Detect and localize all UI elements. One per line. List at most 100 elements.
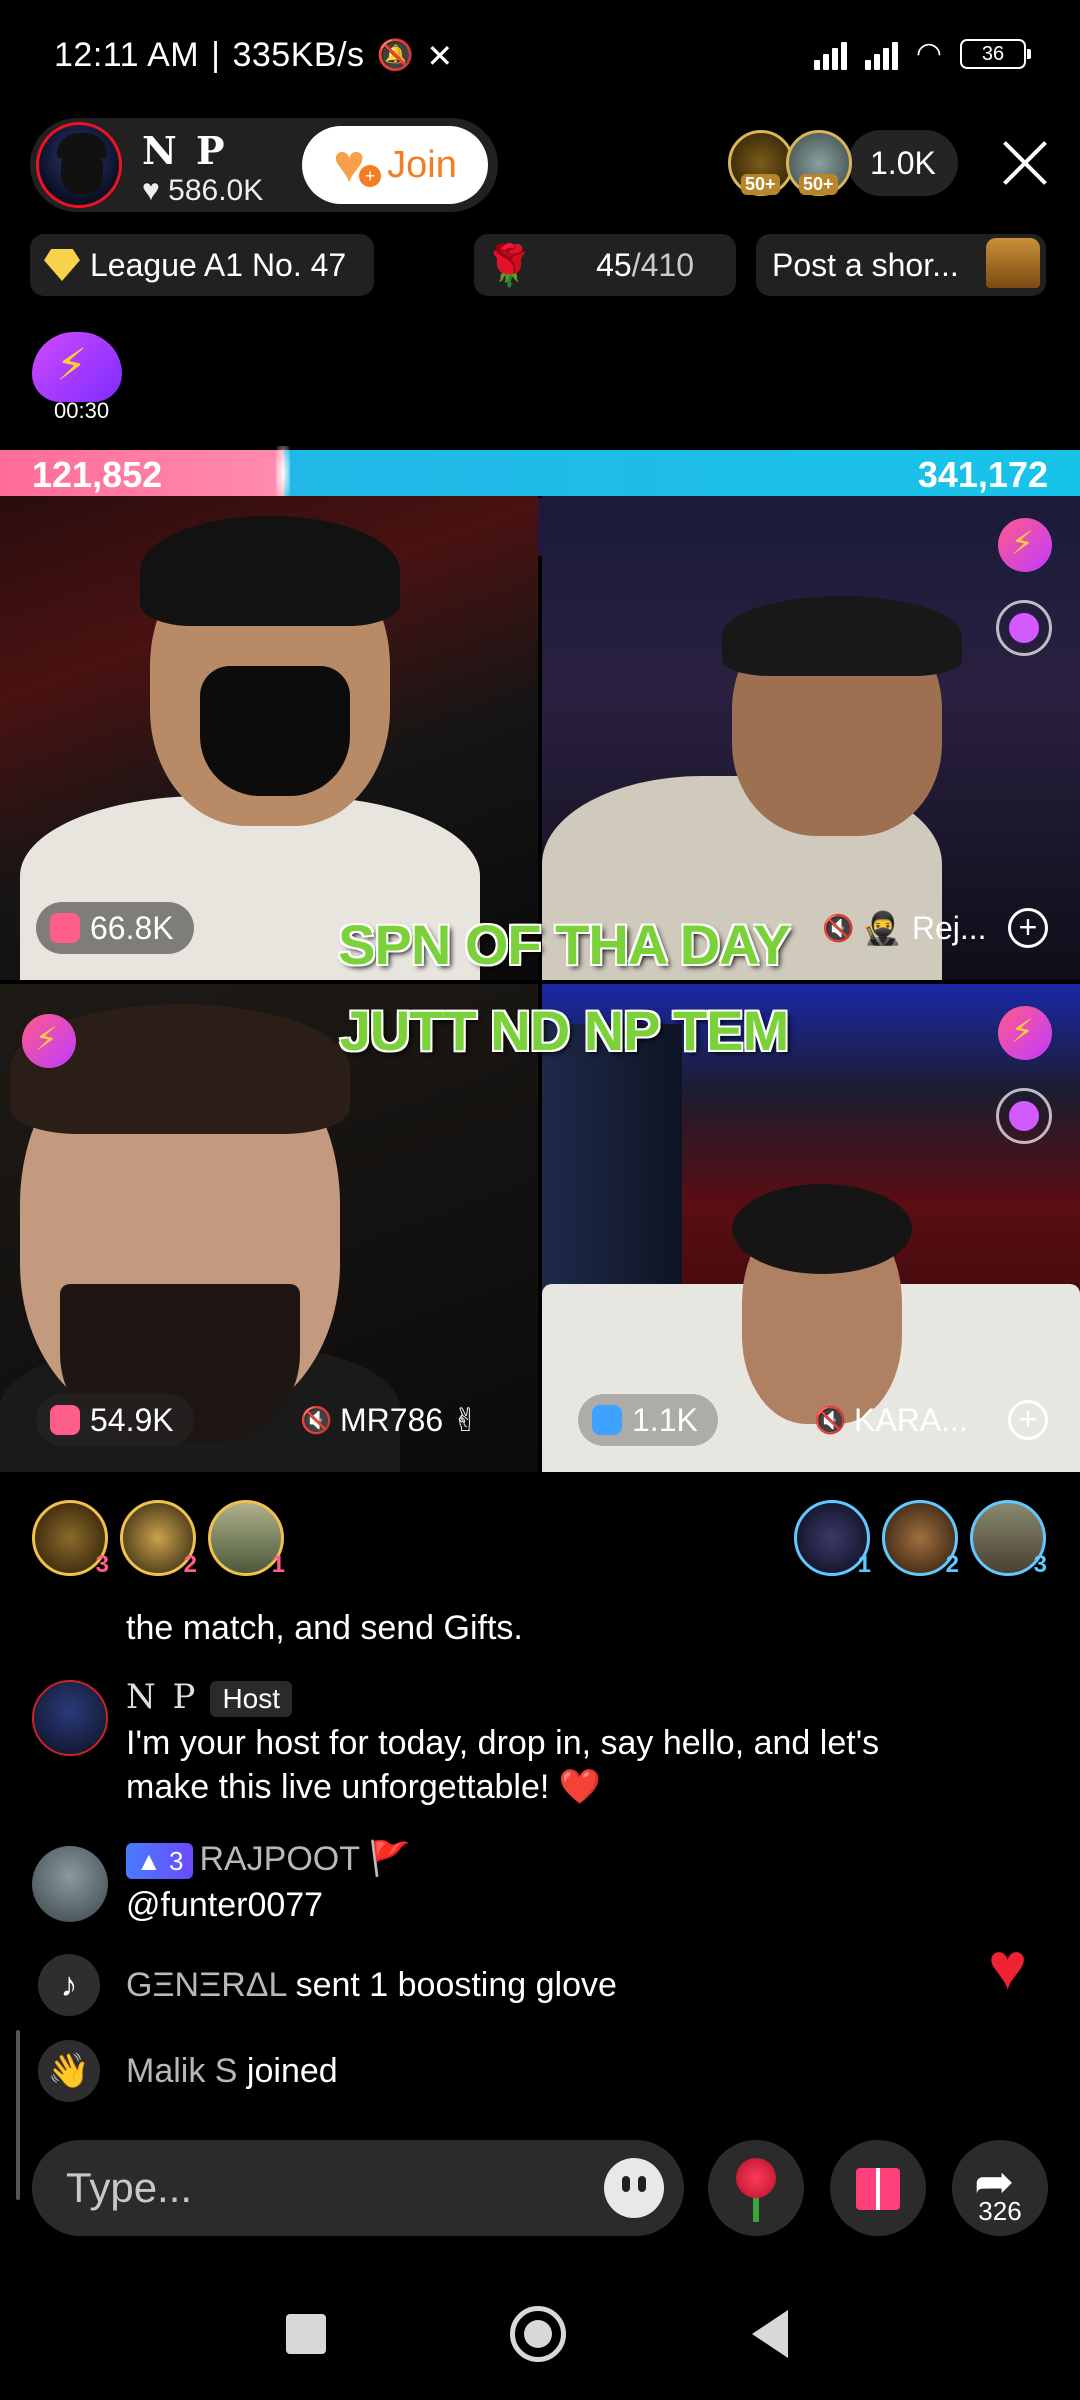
close-icon[interactable]: [1000, 138, 1050, 188]
video-figure: [722, 596, 962, 676]
host-tag: Host: [210, 1681, 293, 1718]
chat-username[interactable]: RAJPOOT 🚩: [199, 1840, 411, 1878]
lightning-icon[interactable]: [998, 518, 1052, 572]
chat-username[interactable]: GΞNΞRΔL: [126, 1966, 286, 2004]
signal-icon: [864, 38, 898, 70]
rose-gift-button[interactable]: [708, 2140, 804, 2236]
supporter-avatar[interactable]: 2: [120, 1500, 197, 1578]
supporter-rank: 2: [945, 1551, 959, 1578]
video-figure: [732, 1184, 912, 1274]
status-separator: |: [211, 36, 221, 74]
timer-icon[interactable]: [996, 600, 1052, 656]
viewer-avatar[interactable]: 50+: [728, 130, 794, 196]
chat-message: I'm your host for today, drop in, say he…: [126, 1724, 880, 1762]
diamond-icon: [44, 249, 80, 281]
chat-username[interactable]: Malik S: [126, 2052, 237, 2090]
status-time: 12:11 AM: [54, 36, 200, 74]
overlay-line-2: JUTT ND NP TEM: [339, 999, 790, 1062]
timer-icon[interactable]: [996, 1088, 1052, 1144]
rank-badge: ▲ 3: [126, 1843, 194, 1880]
join-button[interactable]: + Join: [302, 126, 488, 204]
battle-bar: 121,852 341,172: [0, 446, 1080, 500]
heart-icon: ♥: [988, 1929, 1028, 2003]
signal-icon: [813, 38, 847, 70]
supporter-rank: 2: [183, 1551, 197, 1578]
comment-placeholder: Type...: [66, 2164, 193, 2211]
supporter-rank: 3: [1033, 1551, 1047, 1578]
chat-message: N P Host: [126, 1674, 293, 1720]
supporter-avatar[interactable]: 3: [32, 1500, 109, 1578]
video-tile-2[interactable]: 🔇 🥷 Rej... +: [542, 496, 1080, 980]
overlay-line-1: SPN OF THA DAY: [338, 913, 791, 976]
chat-message: the match, and send Gifts.: [126, 1609, 523, 1647]
wifi-icon: ◠: [915, 37, 942, 70]
rose-total: /410: [631, 246, 694, 283]
post-pill[interactable]: Post a shor...: [756, 234, 1046, 296]
back-icon[interactable]: [752, 2310, 788, 2358]
tiktok-icon: ♪: [38, 1954, 100, 2016]
video-tile-1[interactable]: 66.8K: [0, 496, 538, 980]
add-button[interactable]: +: [1008, 1400, 1048, 1440]
viewer-count[interactable]: 1.0K: [848, 130, 958, 196]
supporter-rank: 1: [271, 1551, 285, 1578]
host-avatar[interactable]: [36, 122, 122, 208]
clock-icon: [50, 1405, 80, 1435]
rose-icon: 🌹: [484, 243, 534, 288]
chat-scrollbar[interactable]: [16, 2030, 20, 2200]
league-label: League A1 No. 47: [90, 246, 347, 283]
battery-icon: 36: [960, 38, 1031, 69]
status-bar: 12:11 AM | 335KB/s 🔕 ✕ ◠ 36: [0, 0, 1080, 115]
boost-widget[interactable]: 00:30: [32, 332, 128, 424]
viewers[interactable]: 50+ 50+ 1.0K: [728, 130, 958, 196]
gift-button[interactable]: [830, 2140, 926, 2236]
supporter-avatar[interactable]: 3: [970, 1500, 1047, 1578]
score-right: 341,172: [917, 454, 1048, 495]
tile-stat-value: 54.9K: [90, 1401, 174, 1438]
tile-stat-value: 1.1K: [632, 1401, 698, 1438]
chat-message: @funter0077: [126, 1886, 324, 1924]
post-label: Post a shor...: [772, 246, 959, 283]
wave-icon: 👋: [38, 2040, 100, 2102]
emoji-icon[interactable]: [604, 2158, 664, 2218]
status-left: 12:11 AM | 335KB/s 🔕 ✕: [54, 36, 454, 75]
recents-icon[interactable]: [286, 2314, 326, 2354]
host-pill[interactable]: N P ♥ 586.0K + Join: [30, 118, 498, 212]
rose-current: 45: [596, 246, 632, 283]
chat-avatar[interactable]: [32, 1680, 108, 1756]
battery-level: 36: [981, 42, 1005, 65]
gift-text: sent 1 boosting glove: [295, 1966, 617, 2004]
clock-icon: [592, 1405, 622, 1435]
status-speed: 335KB/s: [232, 36, 365, 74]
chair-icon: [986, 238, 1040, 288]
tile-stat[interactable]: 54.9K: [36, 1394, 194, 1446]
tile-stat[interactable]: 1.1K: [578, 1394, 718, 1446]
x-app-icon: ✕: [426, 37, 454, 74]
viewer-badge: 50+: [799, 174, 838, 195]
share-count: 326: [978, 2196, 1022, 2226]
supporter-avatar[interactable]: 2: [882, 1500, 959, 1578]
rose-goal-count: 45/410: [596, 247, 694, 284]
rose-goal-pill[interactable]: 🌹 45/410: [474, 234, 736, 296]
host-name: N P: [142, 128, 228, 173]
share-button[interactable]: ➦ 326: [952, 2140, 1048, 2236]
tile-name: 🔇 MR786 ✌: [300, 1394, 479, 1446]
viewer-badge: 50+: [741, 174, 780, 195]
lightning-icon: [32, 332, 122, 402]
supporter-rank: 1: [857, 1551, 871, 1578]
chat-message: ▲ 3 RAJPOOT 🚩: [126, 1836, 411, 1882]
mute-icon: 🔇: [300, 1405, 333, 1435]
chat-message: Malik S joined: [126, 2048, 338, 2094]
supporter-avatar[interactable]: 1: [208, 1500, 285, 1578]
league-pill[interactable]: League A1 No. 47: [30, 234, 374, 296]
chat-avatar[interactable]: [32, 1846, 108, 1922]
home-icon[interactable]: [510, 2306, 566, 2362]
comment-input[interactable]: Type...: [32, 2140, 684, 2236]
alarm-off-icon: 🔕: [376, 39, 415, 72]
chat-username[interactable]: N P: [126, 1677, 198, 1717]
supporter-avatar[interactable]: 1: [794, 1500, 871, 1578]
host-likes: ♥ 586.0K: [142, 174, 263, 208]
system-nav-bar: [0, 2290, 1080, 2400]
rank-badge-value: 3: [168, 1846, 184, 1877]
score-left: 121,852: [32, 454, 163, 495]
viewer-avatar[interactable]: 50+: [786, 130, 852, 196]
